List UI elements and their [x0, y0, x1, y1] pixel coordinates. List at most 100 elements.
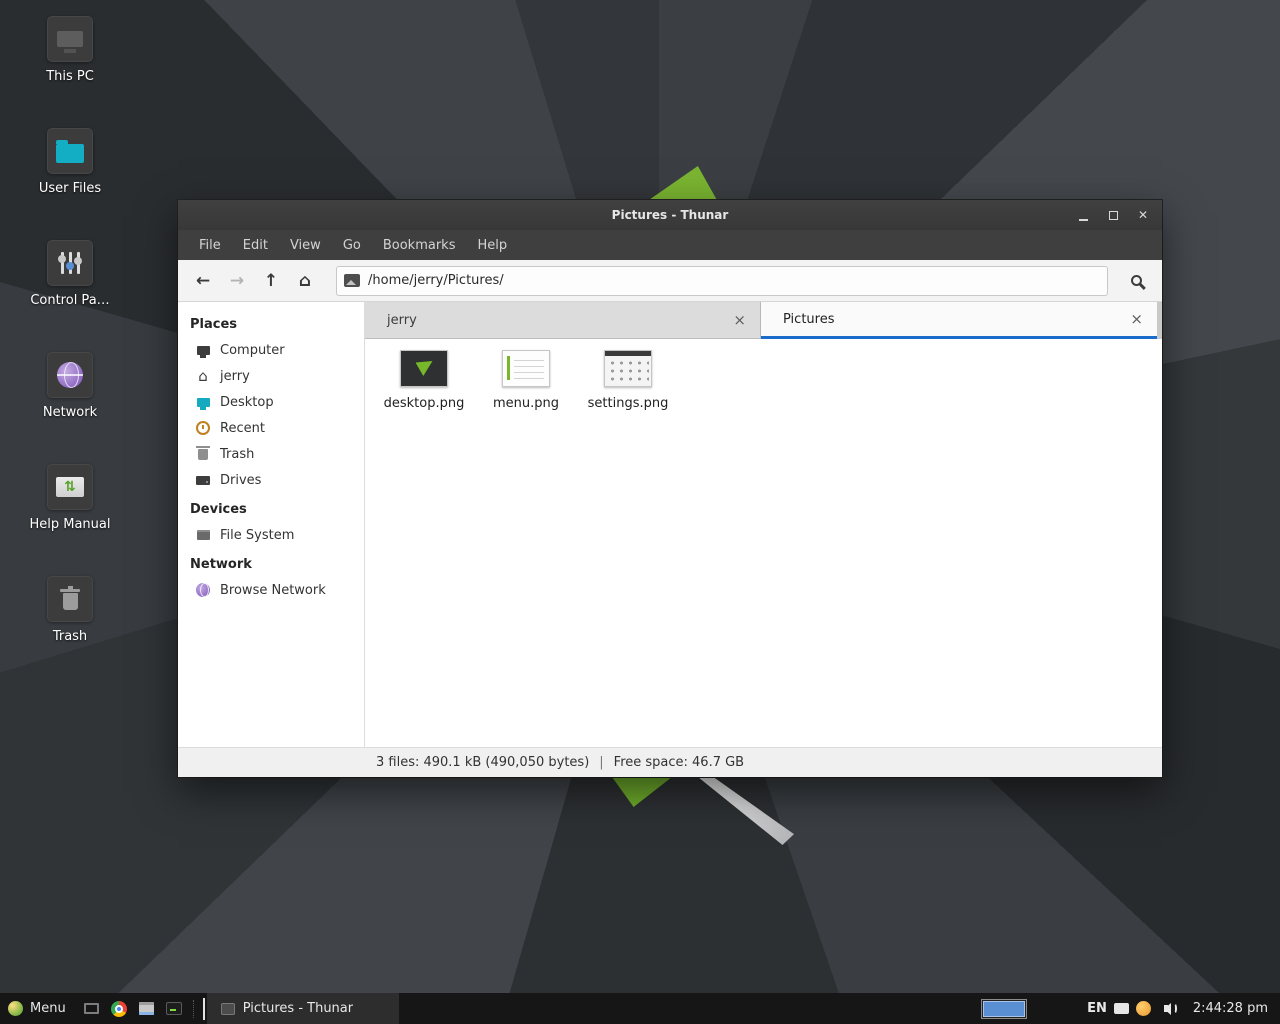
filesystem-drive-icon — [195, 527, 211, 543]
globe-icon — [195, 582, 211, 598]
sidebar-section-devices: Devices — [178, 493, 364, 522]
tab-bar: jerry × Pictures × — [365, 302, 1162, 339]
file-cabinet-icon — [139, 1002, 154, 1015]
window-body: Places Computer ⌂ jerry Desktop Recent — [178, 302, 1162, 747]
file-name: desktop.png — [384, 396, 465, 411]
sidebar-item-file-system[interactable]: File System — [178, 522, 364, 548]
map-icon: ⇅ — [47, 464, 93, 510]
menu-bookmarks[interactable]: Bookmarks — [372, 230, 467, 260]
clock[interactable]: 2:44:28 pm — [1193, 1001, 1268, 1016]
sidebar-item-recent[interactable]: Recent — [178, 415, 364, 441]
taskbar-window-button[interactable]: Pictures - Thunar — [207, 993, 399, 1024]
sidebar-item-browse-network[interactable]: Browse Network — [178, 577, 364, 603]
desktop-icon-label: Control Pa… — [30, 293, 109, 308]
file-menu-png[interactable]: menu.png — [478, 350, 574, 411]
show-desktop-button[interactable] — [78, 993, 105, 1024]
desktop-icon-help-manual[interactable]: ⇅ Help Manual — [20, 464, 120, 532]
tab-close-icon[interactable]: × — [1126, 312, 1147, 327]
trash-icon — [47, 576, 93, 622]
clock-icon — [195, 420, 211, 436]
thunar-icon — [221, 1003, 235, 1015]
keyboard-icon[interactable] — [1114, 1003, 1129, 1014]
sidebar-item-computer[interactable]: Computer — [178, 337, 364, 363]
search-button[interactable] — [1120, 265, 1152, 297]
speaker-wave-icon — [1172, 1003, 1177, 1014]
file-settings-png[interactable]: settings.png — [580, 350, 676, 411]
sidebar-item-home[interactable]: ⌂ jerry — [178, 363, 364, 389]
sidebar-item-label: Drives — [220, 473, 261, 488]
image-folder-icon — [344, 274, 360, 287]
sidebar-item-drives[interactable]: Drives — [178, 467, 364, 493]
desktop-icon-network[interactable]: Network — [20, 352, 120, 420]
menu-png-thumbnail — [502, 350, 550, 387]
desktop-icon-label: Network — [43, 405, 97, 420]
desktop-png-thumbnail — [400, 350, 448, 387]
menu-help[interactable]: Help — [466, 230, 518, 260]
tab-label: jerry — [387, 313, 417, 328]
keyboard-layout-indicator[interactable]: EN — [1087, 1001, 1107, 1016]
tab-pictures[interactable]: Pictures × — [761, 302, 1157, 339]
sidebar-section-places: Places — [178, 308, 364, 337]
volume-button[interactable] — [1164, 1003, 1177, 1015]
minimize-button[interactable] — [1068, 200, 1098, 230]
sidebar-item-label: Recent — [220, 421, 265, 436]
menu-edit[interactable]: Edit — [232, 230, 279, 260]
sliders-icon — [47, 240, 93, 286]
tasklist-handle[interactable] — [203, 998, 205, 1020]
maximize-button[interactable] — [1098, 200, 1128, 230]
status-files-info: 3 files: 490.1 kB (490,050 bytes) — [376, 755, 589, 770]
home-icon: ⌂ — [299, 271, 311, 291]
sidebar-item-trash[interactable]: Trash — [178, 441, 364, 467]
back-icon: ← — [196, 271, 210, 291]
desktop-icon-trash[interactable]: Trash — [20, 576, 120, 644]
folder-icon — [47, 128, 93, 174]
home-icon: ⌂ — [195, 368, 211, 384]
file-desktop-png[interactable]: desktop.png — [376, 350, 472, 411]
tab-jerry[interactable]: jerry × — [365, 302, 761, 339]
sidebar-item-desktop[interactable]: Desktop — [178, 389, 364, 415]
notifier-icon[interactable] — [1136, 1001, 1151, 1016]
browser-launcher[interactable] — [105, 993, 133, 1024]
tab-close-icon[interactable]: × — [729, 313, 750, 328]
terminal-launcher[interactable] — [160, 993, 188, 1024]
forward-button[interactable]: → — [222, 266, 252, 296]
drive-icon — [195, 472, 211, 488]
up-button[interactable]: ↑ — [256, 266, 286, 296]
close-button[interactable]: ✕ — [1128, 200, 1158, 230]
sidebar-item-label: Computer — [220, 343, 285, 358]
title-bar[interactable]: Pictures - Thunar ✕ — [178, 200, 1162, 230]
file-manager-launcher[interactable] — [133, 993, 160, 1024]
path-input[interactable]: /home/jerry/Pictures/ — [336, 266, 1108, 296]
menu-go[interactable]: Go — [332, 230, 372, 260]
search-icon — [1131, 275, 1142, 286]
sidebar: Places Computer ⌂ jerry Desktop Recent — [178, 302, 365, 747]
desktop-icon-column: This PC User Files Control Pa… Network ⇅… — [20, 16, 120, 644]
back-button[interactable]: ← — [188, 266, 218, 296]
speaker-cone-icon — [1158, 1003, 1171, 1015]
file-view[interactable]: desktop.png menu.png settings.png — [365, 339, 1162, 747]
forward-icon: → — [230, 271, 244, 291]
desktop-icon-label: This PC — [46, 69, 94, 84]
desktop-icon-label: Trash — [53, 629, 87, 644]
tab-label: Pictures — [783, 312, 834, 327]
sidebar-item-label: Browse Network — [220, 583, 326, 598]
up-icon: ↑ — [264, 271, 278, 291]
desktop-icon-label: Help Manual — [29, 517, 110, 532]
content-pane: jerry × Pictures × desktop.png — [365, 302, 1162, 747]
menu-button-label: Menu — [30, 1001, 66, 1016]
menu-logo-icon — [8, 1001, 23, 1016]
desktop-icon-user-files[interactable]: User Files — [20, 128, 120, 196]
sidebar-item-label: Trash — [220, 447, 254, 462]
wallpaper-green-shard-bottom — [612, 777, 672, 807]
menu-button[interactable]: Menu — [0, 993, 78, 1024]
desktop-icon-this-pc[interactable]: This PC — [20, 16, 120, 84]
menu-view[interactable]: View — [279, 230, 332, 260]
desktop-icon-control-panel[interactable]: Control Pa… — [20, 240, 120, 308]
menu-bar: File Edit View Go Bookmarks Help — [178, 230, 1162, 260]
terminal-icon — [166, 1002, 182, 1015]
menu-file[interactable]: File — [188, 230, 232, 260]
home-button[interactable]: ⌂ — [290, 266, 320, 296]
workspace-pager[interactable] — [981, 999, 1027, 1019]
desktop-icon-label: User Files — [39, 181, 101, 196]
sidebar-item-label: Desktop — [220, 395, 274, 410]
